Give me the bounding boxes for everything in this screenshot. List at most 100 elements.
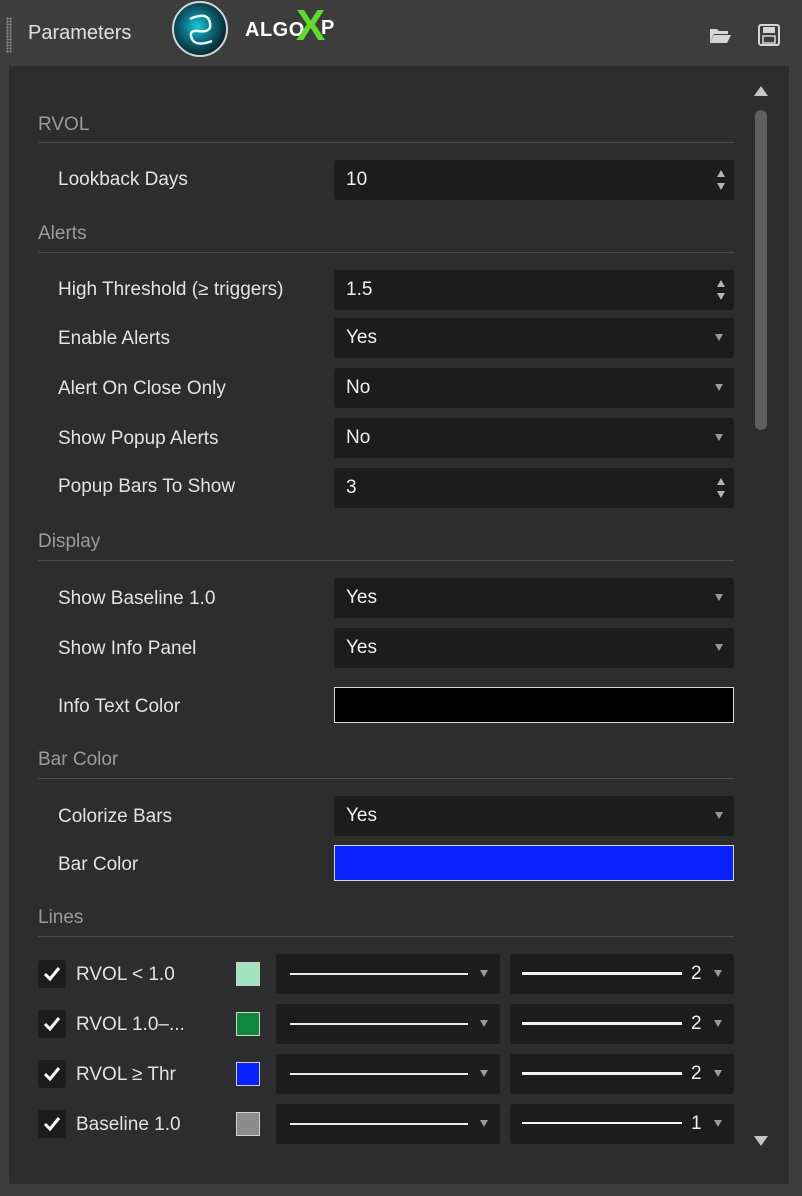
divider bbox=[38, 252, 734, 253]
chevron-down-icon bbox=[714, 1020, 722, 1027]
chevron-down-icon bbox=[480, 1120, 488, 1127]
chevron-down-icon bbox=[715, 812, 723, 819]
spinner-arrows-icon[interactable] bbox=[716, 168, 726, 192]
line-width-icon bbox=[522, 1122, 682, 1124]
chevron-down-icon bbox=[480, 970, 488, 977]
line-color-swatch[interactable] bbox=[236, 1112, 260, 1136]
line-enabled-checkbox[interactable] bbox=[38, 1060, 66, 1088]
line-label: RVOL < 1.0 bbox=[76, 964, 175, 985]
lookback-days-value: 10 bbox=[346, 169, 368, 190]
colorize-bars-select[interactable]: Yes bbox=[334, 796, 734, 836]
line-width-value: 2 bbox=[691, 963, 702, 984]
spinner-arrows-icon[interactable] bbox=[716, 476, 726, 500]
line-enabled-checkbox[interactable] bbox=[38, 1010, 66, 1038]
show-info-panel-select[interactable]: Yes bbox=[334, 628, 734, 668]
label-lookback-days: Lookback Days bbox=[58, 169, 188, 190]
line-color-swatch[interactable] bbox=[236, 1062, 260, 1086]
folder-open-icon[interactable] bbox=[708, 24, 732, 46]
line-width-icon bbox=[522, 972, 682, 975]
chevron-down-icon bbox=[715, 644, 723, 651]
alert-on-close-value: No bbox=[346, 377, 371, 398]
show-popup-value: No bbox=[346, 427, 371, 448]
line-width-value: 2 bbox=[691, 1063, 702, 1084]
window-title: Parameters bbox=[28, 22, 132, 44]
bar-color-picker[interactable] bbox=[334, 845, 734, 881]
colorize-bars-value: Yes bbox=[346, 805, 377, 826]
floppy-save-icon[interactable] bbox=[757, 24, 781, 46]
solid-line-icon bbox=[290, 1123, 468, 1125]
alert-on-close-select[interactable]: No bbox=[334, 368, 734, 408]
info-text-color-picker[interactable] bbox=[334, 687, 734, 723]
line-width-value: 1 bbox=[691, 1113, 702, 1134]
solid-line-icon bbox=[290, 1023, 468, 1025]
section-alerts: Alerts bbox=[38, 223, 87, 244]
checkmark-icon bbox=[43, 1017, 61, 1032]
label-show-info-panel: Show Info Panel bbox=[58, 638, 197, 659]
section-lines: Lines bbox=[38, 907, 84, 928]
chevron-down-icon bbox=[714, 1120, 722, 1127]
label-show-popup: Show Popup Alerts bbox=[58, 428, 219, 449]
section-bar-color: Bar Color bbox=[38, 749, 119, 770]
show-baseline-value: Yes bbox=[346, 587, 377, 608]
line-style-select[interactable] bbox=[276, 1054, 500, 1094]
checkmark-icon bbox=[43, 1067, 61, 1082]
label-popup-bars: Popup Bars To Show bbox=[58, 476, 236, 497]
enable-alerts-select[interactable]: Yes bbox=[334, 318, 734, 358]
spinner-arrows-icon[interactable] bbox=[716, 278, 726, 302]
line-width-select[interactable]: 2 bbox=[510, 1004, 734, 1044]
high-threshold-input[interactable]: 1.5 bbox=[334, 270, 734, 310]
chevron-down-icon bbox=[714, 970, 722, 977]
section-display: Display bbox=[38, 531, 101, 552]
divider bbox=[38, 142, 734, 143]
divider bbox=[38, 936, 734, 937]
line-width-select[interactable]: 2 bbox=[510, 1054, 734, 1094]
title-bar: Parameters ALGO X P bbox=[0, 0, 802, 66]
label-high-threshold: High Threshold (≥ triggers) bbox=[58, 279, 284, 300]
divider bbox=[38, 778, 734, 779]
show-baseline-select[interactable]: Yes bbox=[334, 578, 734, 618]
label-colorize-bars: Colorize Bars bbox=[58, 806, 173, 827]
line-style-select[interactable] bbox=[276, 954, 500, 994]
solid-line-icon bbox=[290, 1073, 468, 1075]
line-enabled-checkbox[interactable] bbox=[38, 960, 66, 988]
chevron-down-icon bbox=[715, 594, 723, 601]
line-color-swatch[interactable] bbox=[236, 962, 260, 986]
show-popup-select[interactable]: No bbox=[334, 418, 734, 458]
label-info-text-color: Info Text Color bbox=[58, 696, 181, 717]
logo-p: P bbox=[321, 17, 335, 39]
lookback-days-input[interactable]: 10 bbox=[334, 160, 734, 200]
line-style-select[interactable] bbox=[276, 1004, 500, 1044]
chevron-down-icon bbox=[715, 434, 723, 441]
label-bar-color: Bar Color bbox=[58, 854, 139, 875]
chevron-down-icon bbox=[715, 384, 723, 391]
chevron-down-icon bbox=[480, 1070, 488, 1077]
line-label: Baseline 1.0 bbox=[76, 1114, 181, 1135]
drag-grip-icon[interactable] bbox=[6, 17, 12, 53]
line-width-select[interactable]: 2 bbox=[510, 954, 734, 994]
parameters-window: Parameters ALGO X P RVOL Lookback Days 1… bbox=[0, 0, 802, 1196]
chevron-down-icon bbox=[480, 1020, 488, 1027]
line-label: RVOL ≥ Thr bbox=[76, 1064, 176, 1085]
label-enable-alerts: Enable Alerts bbox=[58, 328, 170, 349]
line-width-select[interactable]: 1 bbox=[510, 1104, 734, 1144]
label-show-baseline: Show Baseline 1.0 bbox=[58, 588, 216, 609]
scrollbar-thumb[interactable] bbox=[755, 110, 767, 430]
popup-bars-input[interactable]: 3 bbox=[334, 468, 734, 508]
chevron-down-icon bbox=[715, 334, 723, 341]
divider bbox=[38, 560, 734, 561]
label-alert-on-close: Alert On Close Only bbox=[58, 378, 226, 399]
line-style-select[interactable] bbox=[276, 1104, 500, 1144]
line-width-icon bbox=[522, 1022, 682, 1025]
scroll-up-arrow-icon[interactable] bbox=[754, 86, 768, 96]
checkmark-icon bbox=[43, 967, 61, 982]
show-info-panel-value: Yes bbox=[346, 637, 377, 658]
section-rvol: RVOL bbox=[38, 114, 90, 135]
line-enabled-checkbox[interactable] bbox=[38, 1110, 66, 1138]
popup-bars-value: 3 bbox=[346, 477, 357, 498]
line-color-swatch[interactable] bbox=[236, 1012, 260, 1036]
algoxp-logo-icon bbox=[172, 1, 228, 57]
scroll-down-arrow-icon[interactable] bbox=[754, 1136, 768, 1146]
line-width-value: 2 bbox=[691, 1013, 702, 1034]
solid-line-icon bbox=[290, 973, 468, 975]
checkmark-icon bbox=[43, 1117, 61, 1132]
